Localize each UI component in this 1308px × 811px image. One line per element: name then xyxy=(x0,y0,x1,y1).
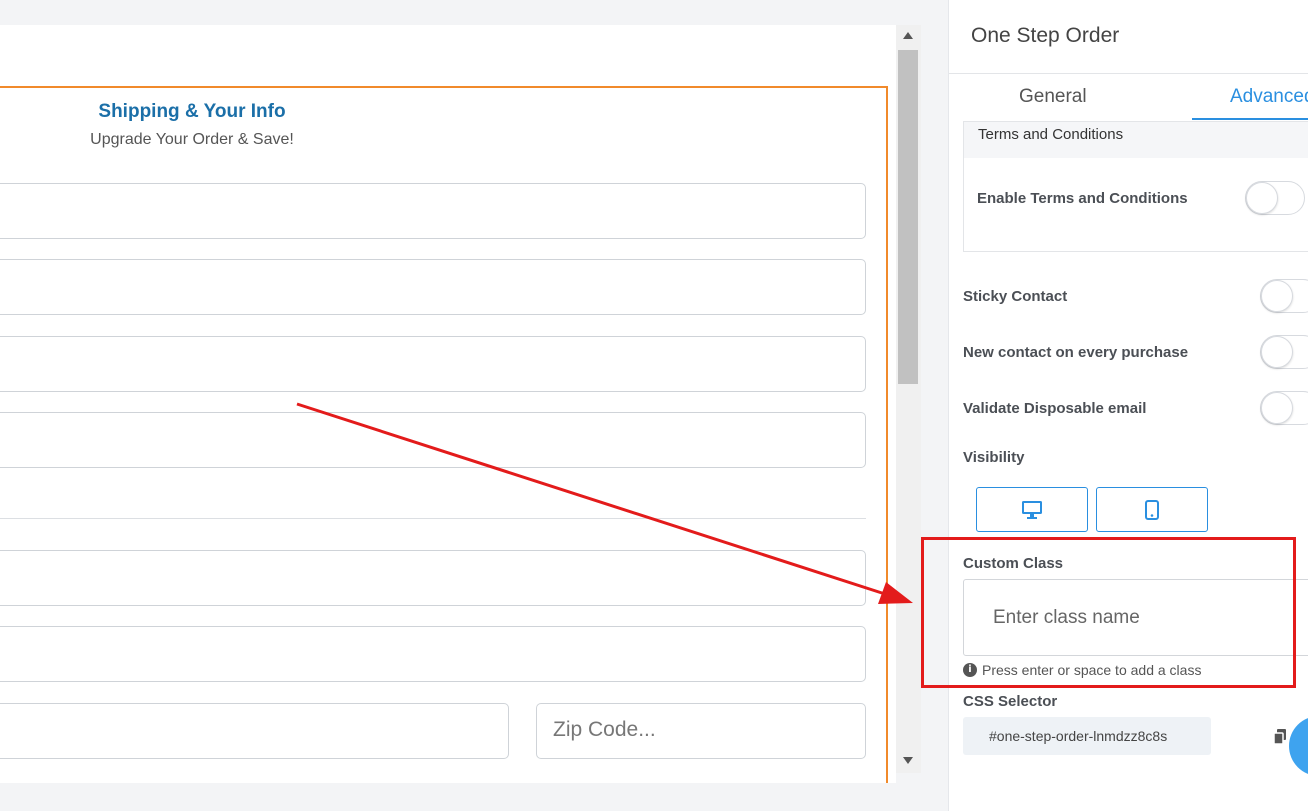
visibility-label: Visibility xyxy=(963,449,1025,466)
validate-email-toggle[interactable] xyxy=(1260,391,1308,425)
css-selector-box: #one-step-order-lnmdzz8c8s xyxy=(963,717,1211,755)
form-title: Shipping & Your Info xyxy=(98,101,286,122)
toggle-knob xyxy=(1261,336,1293,368)
help-floating-button[interactable] xyxy=(1289,716,1308,776)
validate-email-label: Validate Disposable email xyxy=(963,400,1147,417)
settings-panel: One Step Order General Advanced Terms an… xyxy=(948,0,1308,811)
active-tab-indicator xyxy=(1192,118,1308,120)
visibility-mobile-button[interactable] xyxy=(1096,487,1208,532)
enable-terms-label: Enable Terms and Conditions xyxy=(977,190,1188,207)
scroll-up-arrow-icon[interactable] xyxy=(903,32,913,39)
toggle-knob xyxy=(1261,280,1293,312)
canvas-scrollbar[interactable] xyxy=(896,25,921,773)
form-divider xyxy=(0,518,866,519)
desktop-icon xyxy=(1022,500,1042,519)
scroll-thumb[interactable] xyxy=(898,50,918,384)
mobile-icon xyxy=(1145,499,1159,520)
preview-canvas: Shipping & Your Info Upgrade Your Order … xyxy=(0,25,896,783)
tab-advanced[interactable]: Advanced xyxy=(1230,86,1308,108)
zip-code-field[interactable]: Zip Code... xyxy=(536,703,866,759)
new-contact-toggle[interactable] xyxy=(1260,335,1308,369)
enable-terms-toggle[interactable] xyxy=(1245,181,1305,215)
app-root: Shipping & Your Info Upgrade Your Order … xyxy=(0,0,1308,811)
css-selector-value: #one-step-order-lnmdzz8c8s xyxy=(989,728,1168,744)
sticky-contact-toggle[interactable] xyxy=(1260,279,1308,313)
form-field-4[interactable] xyxy=(0,412,866,468)
sticky-contact-label: Sticky Contact xyxy=(963,288,1068,305)
form-field-2[interactable] xyxy=(0,259,866,315)
terms-section-header[interactable]: Terms and Conditions xyxy=(964,122,1308,158)
panel-title: One Step Order xyxy=(971,24,1120,47)
form-field-5[interactable] xyxy=(0,550,866,606)
zip-code-placeholder: Zip Code... xyxy=(553,718,656,741)
terms-section-label: Terms and Conditions xyxy=(978,126,1124,143)
panel-header-divider xyxy=(949,73,1308,74)
form-field-6[interactable] xyxy=(0,626,866,682)
toggle-knob xyxy=(1246,182,1278,214)
visibility-desktop-button[interactable] xyxy=(976,487,1088,532)
css-selector-label: CSS Selector xyxy=(963,693,1058,710)
form-subtitle: Upgrade Your Order & Save! xyxy=(90,131,294,148)
scroll-down-arrow-icon[interactable] xyxy=(903,757,913,764)
tab-general[interactable]: General xyxy=(1019,86,1087,108)
form-field-city[interactable] xyxy=(0,703,509,759)
form-field-1[interactable] xyxy=(0,183,866,239)
new-contact-label: New contact on every purchase xyxy=(963,344,1189,361)
annotation-highlight-box xyxy=(921,537,1296,688)
form-field-3[interactable] xyxy=(0,336,866,392)
toggle-knob xyxy=(1261,392,1293,424)
copy-icon[interactable] xyxy=(1273,729,1287,745)
